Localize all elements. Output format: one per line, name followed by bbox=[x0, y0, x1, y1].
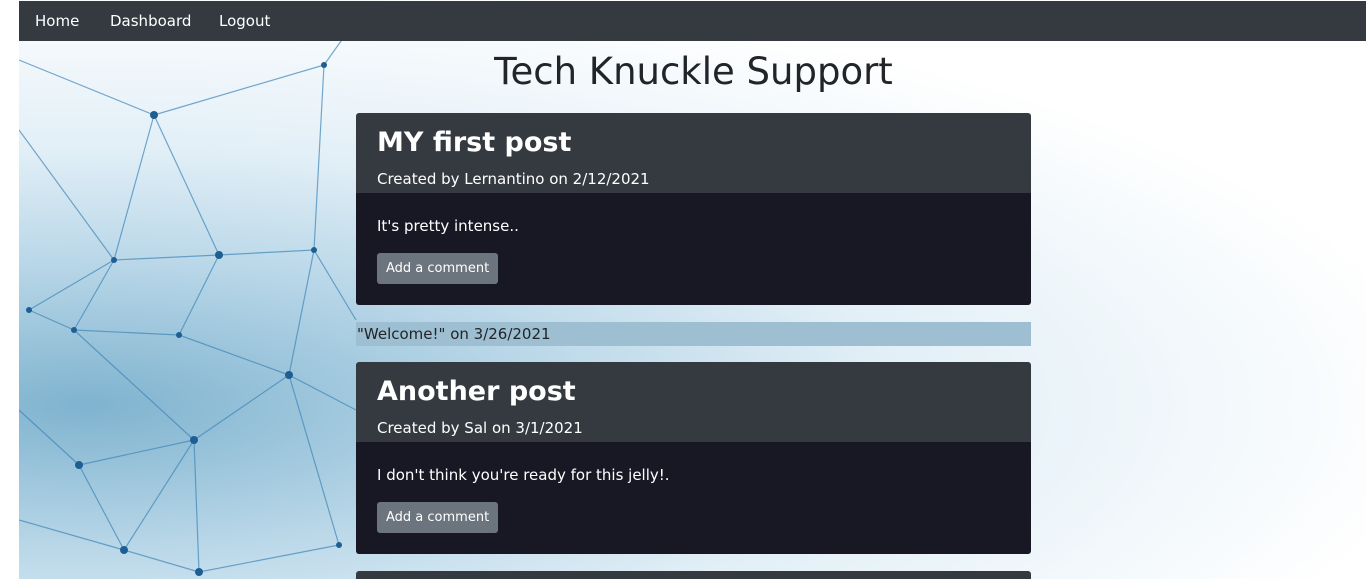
comment-text: "Welcome!" on 3/26/2021 bbox=[357, 325, 551, 343]
post-body: I don't think you're ready for this jell… bbox=[356, 442, 1031, 554]
post-title: Another post bbox=[377, 376, 576, 407]
top-navbar: Home Dashboard Logout bbox=[19, 1, 1366, 41]
add-comment-button[interactable]: Add a comment bbox=[377, 502, 499, 533]
post-content: I don't think you're ready for this jell… bbox=[377, 466, 670, 484]
nav-link-logout[interactable]: Logout bbox=[219, 1, 270, 41]
page-title: Tech Knuckle Support bbox=[494, 50, 893, 93]
nav-link-home[interactable]: Home bbox=[35, 1, 79, 41]
post-title: MY first post bbox=[377, 127, 572, 158]
nav-link-dashboard[interactable]: Dashboard bbox=[110, 1, 191, 41]
page-background: Home Dashboard Logout Tech Knuckle Suppo… bbox=[19, 0, 1366, 579]
post-meta: Created by Sal on 3/1/2021 bbox=[377, 419, 583, 437]
post-header: Another post Created by Sal on 3/1/2021 bbox=[356, 362, 1031, 442]
post-header: MY first post Created by Lernantino on 2… bbox=[356, 113, 1031, 193]
post-body: It's pretty intense.. Add a comment bbox=[356, 193, 1031, 305]
comment-item: "Welcome!" on 3/26/2021 bbox=[356, 322, 1031, 346]
add-comment-button[interactable]: Add a comment bbox=[377, 253, 499, 284]
post-card-partial bbox=[356, 571, 1031, 579]
post-meta: Created by Lernantino on 2/12/2021 bbox=[377, 170, 650, 188]
post-card: Another post Created by Sal on 3/1/2021 … bbox=[356, 362, 1031, 554]
post-content: It's pretty intense.. bbox=[377, 217, 519, 235]
post-card: MY first post Created by Lernantino on 2… bbox=[356, 113, 1031, 305]
